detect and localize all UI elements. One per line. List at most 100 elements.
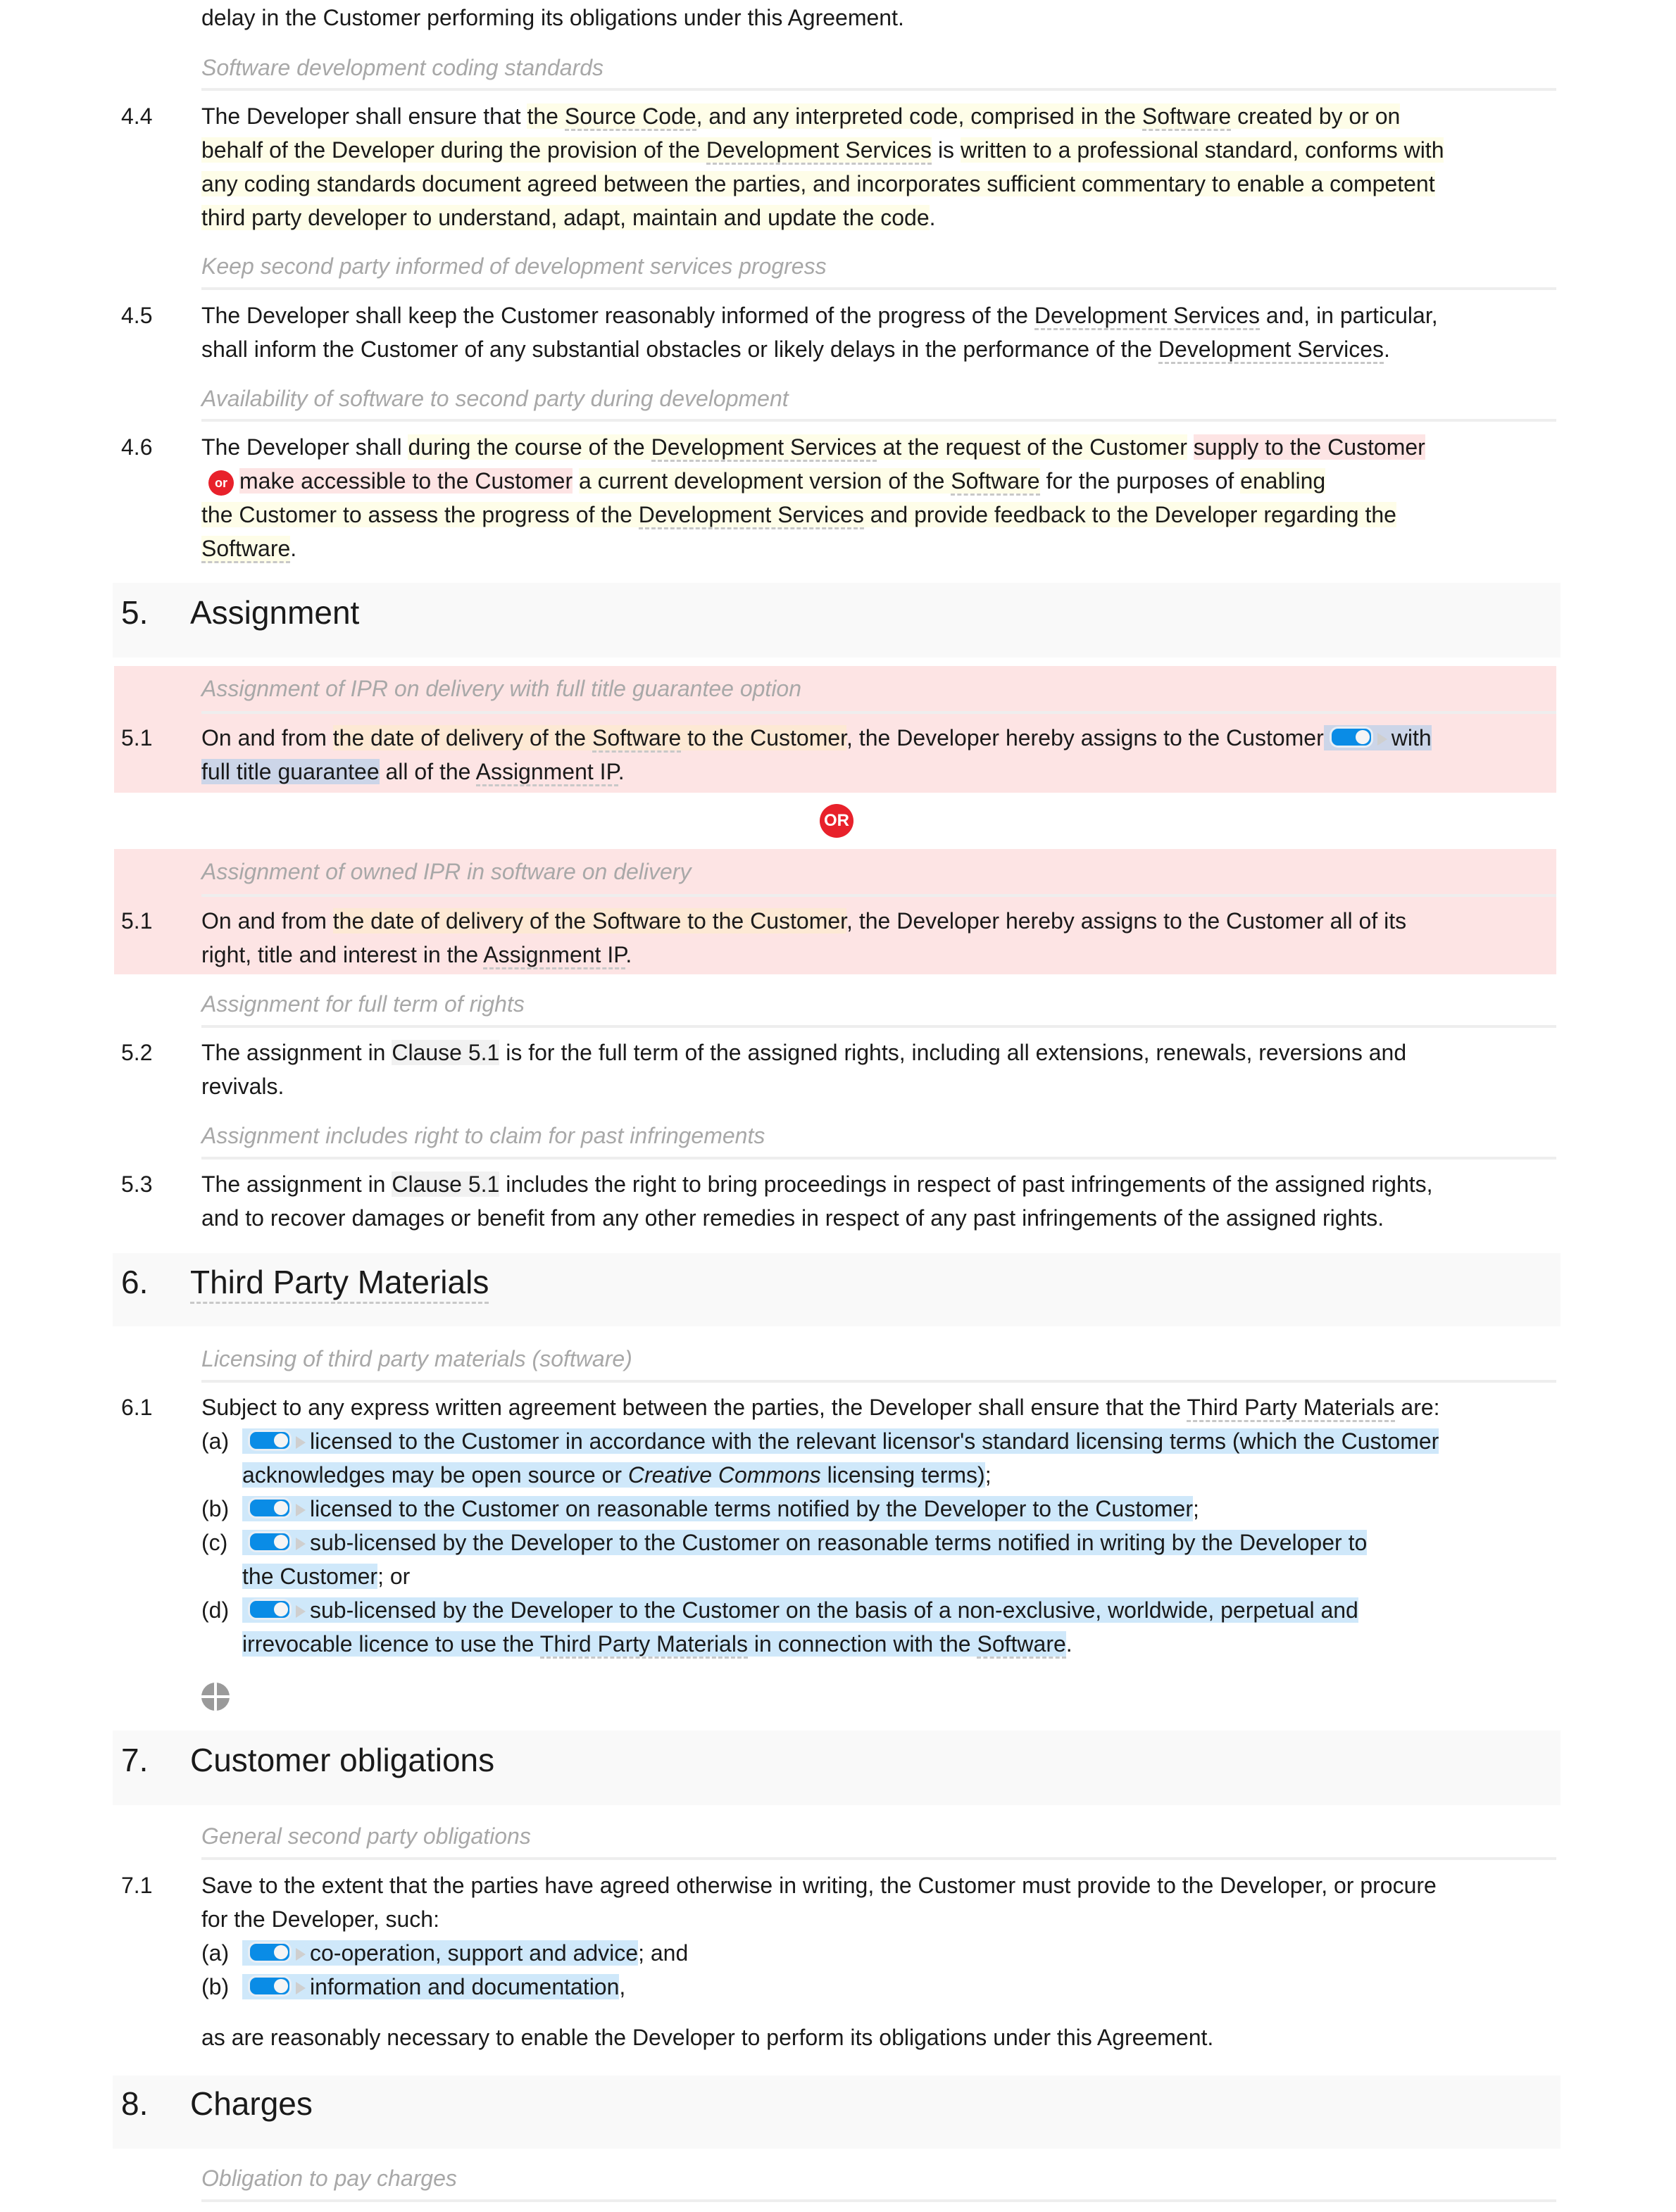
optional-text[interactable]: full title guarantee (201, 759, 380, 784)
text: , the Developer hereby assigns to the Cu… (846, 908, 1407, 934)
defined-term-software[interactable]: Software (201, 536, 291, 563)
highlighted-text[interactable]: the Customer to assess the progress of t… (201, 502, 1396, 529)
caption-divider (201, 419, 1556, 422)
clause-5-1b-line-1: On and from the date of delivery of the … (201, 904, 1406, 938)
text: , (619, 1974, 626, 1999)
alternative-option-1[interactable]: supply to the Customer (1193, 434, 1425, 460)
defined-term-development-services[interactable]: Development Services (638, 502, 864, 529)
clause-number: 5.2 (121, 1040, 153, 1065)
clause-number: 5.3 (121, 1171, 153, 1197)
text: right, title and interest in the (201, 942, 484, 967)
highlighted-text[interactable]: the Source Code, and any interpreted cod… (527, 103, 1401, 131)
defined-term-software[interactable]: Software (592, 725, 682, 753)
highlighted-text[interactable]: a current development version of the Sof… (578, 468, 1040, 496)
optional-text[interactable]: licensed to the Customer in accordance w… (242, 1428, 1439, 1454)
text: licensed to the Customer in accordance w… (310, 1428, 1439, 1454)
sub-item-d-line-2: irrevocable licence to use the Third Par… (242, 1627, 1072, 1661)
defined-term-third-party-materials[interactable]: Third Party Materials (539, 1631, 748, 1659)
clause-5-3-line-1: The assignment in Clause 5.1 includes th… (201, 1167, 1433, 1201)
optional-text[interactable]: information and documentation (242, 1974, 620, 1999)
caption-divider (201, 1857, 1556, 1860)
clause-reference-link[interactable]: Clause 5.1 (392, 1040, 500, 1065)
option-toggle[interactable] (1329, 727, 1373, 748)
text: . (1384, 337, 1390, 362)
caption-divider (201, 88, 1556, 91)
expand-arrow-icon[interactable] (1377, 733, 1387, 746)
defined-term-development-services[interactable]: Development Services (1158, 337, 1384, 364)
text: . (290, 536, 297, 561)
highlighted-text[interactable]: the date of delivery of the Software to … (332, 725, 847, 753)
or-separator-badge[interactable]: OR (820, 804, 853, 838)
clause-5-1a-line-1: On and from the date of delivery of the … (201, 721, 1432, 755)
expand-arrow-icon[interactable] (296, 1538, 306, 1550)
option-toggle[interactable] (248, 1531, 292, 1552)
sub-item-a-line-2: acknowledges may be open source or Creat… (242, 1458, 992, 1492)
defined-term-development-services[interactable]: Development Services (706, 137, 932, 165)
text: and, in particular, (1260, 303, 1438, 328)
clause-4-5-line-1: The Developer shall keep the Customer re… (201, 299, 1438, 332)
highlighted-text[interactable]: third party developer to understand, ada… (201, 205, 930, 230)
highlighted-text[interactable]: during the course of the Development Ser… (408, 434, 1187, 462)
optional-text[interactable]: with (1323, 725, 1432, 750)
optional-text[interactable]: the Customer (242, 1564, 378, 1589)
text: includes the right to bring proceedings … (499, 1171, 1433, 1197)
clause-number: 4.6 (121, 434, 153, 460)
defined-term-assignment-ip[interactable]: Assignment IP (475, 759, 618, 786)
optional-text[interactable]: acknowledges may be open source or Creat… (242, 1462, 985, 1488)
optional-text[interactable]: licensed to the Customer on reasonable t… (242, 1496, 1193, 1521)
option-toggle[interactable] (248, 1942, 292, 1963)
highlighted-text[interactable]: enabling (1240, 468, 1326, 494)
drag-move-icon[interactable] (201, 1683, 230, 1711)
expand-arrow-icon[interactable] (296, 1605, 306, 1618)
highlighted-text[interactable]: written to a professional standard, conf… (960, 137, 1444, 163)
optional-text[interactable]: sub-licensed by the Developer to the Cus… (242, 1530, 1368, 1555)
defined-term-development-services[interactable]: Development Services (651, 434, 877, 462)
or-badge[interactable]: or (208, 470, 234, 496)
highlighted-text[interactable]: the date of delivery of the Software to … (332, 908, 847, 934)
defined-term-development-services[interactable]: Development Services (1034, 303, 1260, 330)
clause-number: 5.1 (121, 908, 153, 934)
defined-term-software[interactable]: Software (951, 468, 1040, 496)
caption-divider (201, 1025, 1556, 1028)
text: behalf of the Developer during the provi… (201, 137, 706, 163)
caption-divider (201, 2199, 1556, 2202)
highlighted-text[interactable]: behalf of the Developer during the provi… (201, 137, 932, 165)
text: licensing terms) (820, 1462, 985, 1488)
option-toggle[interactable] (248, 1430, 292, 1451)
section-title-defined-term[interactable]: Third Party Materials (190, 1261, 489, 1304)
clause-4-6-line-1: The Developer shall during the course of… (201, 430, 1425, 464)
option-toggle[interactable] (248, 1975, 292, 1997)
expand-arrow-icon[interactable] (296, 1948, 306, 1961)
clause-reference-link[interactable]: Clause 5.1 (392, 1171, 500, 1197)
text: The Developer shall keep the Customer re… (201, 303, 1034, 328)
defined-term-software[interactable]: Software (1142, 103, 1232, 131)
clause-caption: Keep second party informed of developmen… (201, 253, 827, 279)
text: , the Developer hereby assigns to the Cu… (846, 725, 1324, 750)
clause-4-6-line-4: Software. (201, 532, 296, 565)
option-toggle[interactable] (248, 1497, 292, 1519)
expand-arrow-icon[interactable] (296, 1982, 306, 1994)
expand-arrow-icon[interactable] (296, 1436, 306, 1449)
optional-text[interactable]: co-operation, support and advice (242, 1940, 639, 1966)
expand-arrow-icon[interactable] (296, 1504, 306, 1516)
sub-item-label: (a) (201, 1940, 230, 1966)
defined-term-software[interactable]: Software (977, 1631, 1066, 1659)
highlighted-text[interactable]: any coding standards document agreed bet… (201, 171, 1435, 196)
optional-text[interactable]: sub-licensed by the Developer to the Cus… (242, 1597, 1358, 1623)
defined-term-third-party-materials[interactable]: Third Party Materials (1187, 1395, 1395, 1422)
section-number: 6. (121, 1264, 149, 1300)
text: . (618, 759, 625, 784)
alternative-option-2[interactable]: make accessible to the Customer (239, 468, 573, 494)
clause-caption: Licensing of third party materials (soft… (201, 1346, 632, 1371)
text: is (932, 137, 961, 163)
defined-term-assignment-ip[interactable]: Assignment IP (483, 942, 626, 969)
clause-number: 4.4 (121, 103, 153, 129)
section-heading-band (113, 2075, 1561, 2149)
defined-term-source-code[interactable]: Source Code (564, 103, 696, 131)
section-title: Customer obligations (190, 1742, 495, 1778)
optional-text[interactable]: irrevocable licence to use the Third Par… (242, 1631, 1066, 1659)
option-toggle[interactable] (248, 1599, 292, 1620)
text: irrevocable licence to use the (242, 1631, 540, 1657)
clause-caption: Obligation to pay charges (201, 2166, 457, 2191)
section-title: Charges (190, 2085, 313, 2122)
